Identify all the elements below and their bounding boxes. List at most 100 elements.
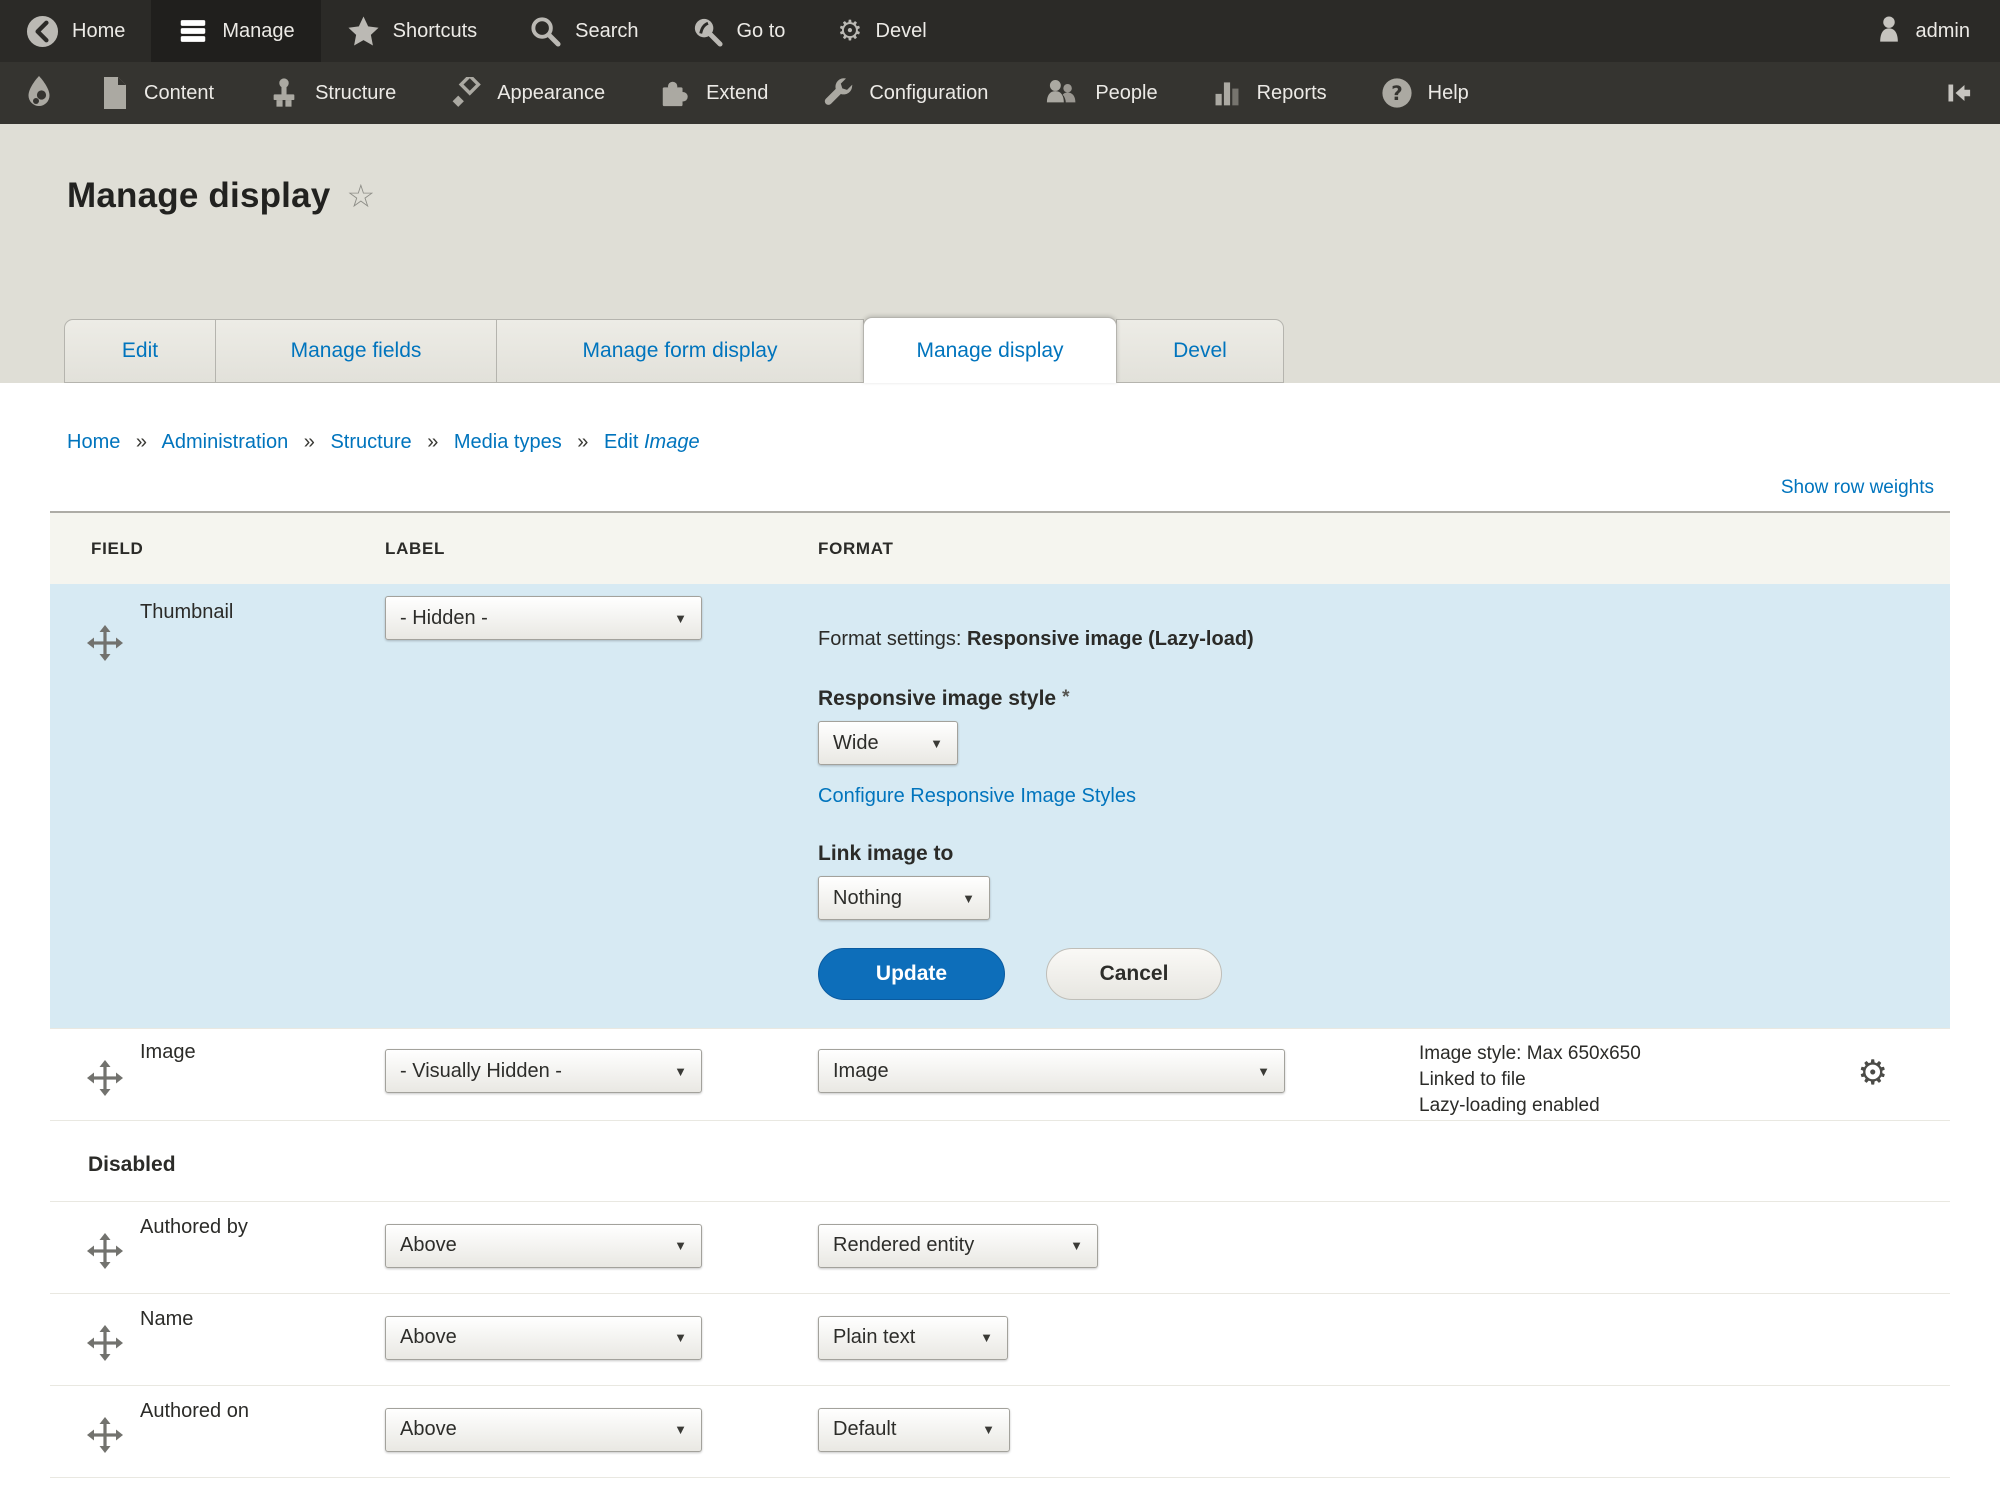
breadcrumb-separator: » [427, 431, 439, 453]
puzzle-icon [659, 77, 691, 109]
breadcrumb-link-structure[interactable]: Structure [330, 431, 411, 453]
toolbar-item-appearance[interactable]: Appearance [423, 77, 632, 109]
table-header-row: FIELD LABEL FORMAT [50, 513, 1950, 584]
tab-label: Devel [1173, 339, 1227, 362]
breadcrumb-separator: » [303, 431, 315, 453]
tab-manage-form-display[interactable]: Manage form display [496, 319, 864, 383]
document-icon [101, 77, 129, 109]
format-select[interactable]: Plain text ▼ [818, 1315, 1008, 1360]
show-row-weights-link[interactable]: Show row weights [1781, 477, 1934, 498]
svg-text:?: ? [1391, 82, 1402, 105]
responsive-image-style-label-text: Responsive image style [818, 687, 1057, 710]
collapse-left-icon[interactable] [1940, 77, 1972, 109]
configure-responsive-image-styles-link[interactable]: Configure Responsive Image Styles [818, 785, 1950, 808]
toolbar-item-label: People [1095, 81, 1158, 104]
drag-handle-icon[interactable] [86, 1324, 124, 1362]
breadcrumb-current[interactable]: Edit Image [604, 431, 700, 453]
label-select[interactable]: Above ▼ [385, 1223, 702, 1268]
paintbrush-icon [450, 77, 482, 109]
toolbar-item-drupal-home[interactable] [0, 75, 74, 111]
responsive-image-style-select[interactable]: Wide ▼ [818, 721, 958, 765]
format-select[interactable]: Image ▼ [818, 1049, 1285, 1093]
table-row-authored-on: Authored on Above ▼ Default ▼ [50, 1386, 1950, 1478]
question-icon: ? [1381, 77, 1413, 109]
toolbar-item-manage[interactable]: Manage [151, 0, 321, 62]
bar-chart-icon [1212, 77, 1242, 109]
breadcrumb-link-media-types[interactable]: Media types [454, 431, 562, 453]
label-select[interactable]: Above ▼ [385, 1407, 702, 1452]
toolbar-item-shortcuts[interactable]: Shortcuts [321, 0, 503, 62]
label-select[interactable]: Above ▼ [385, 1315, 702, 1360]
toolbar-item-label: Manage [222, 19, 295, 42]
breadcrumb-link-administration[interactable]: Administration [162, 431, 289, 453]
goto-magnifier-icon [691, 15, 724, 48]
label-select[interactable]: - Hidden - ▼ [385, 596, 702, 640]
toolbar-item-extend[interactable]: Extend [632, 77, 795, 109]
tab-manage-display[interactable]: Manage display [863, 317, 1117, 383]
toolbar-item-structure[interactable]: Structure [241, 77, 423, 109]
magnifier-icon [529, 15, 562, 48]
label-select[interactable]: - Visually Hidden - ▼ [385, 1049, 702, 1093]
summary-line: Image style: Max 650x650 [1419, 1043, 1641, 1064]
tab-manage-fields[interactable]: Manage fields [215, 319, 497, 383]
breadcrumb-link-home[interactable]: Home [67, 431, 120, 453]
format-select[interactable]: Rendered entity ▼ [818, 1223, 1098, 1268]
toolbar-item-people[interactable]: People [1015, 77, 1184, 109]
chevron-down-icon: ▼ [674, 610, 687, 626]
disabled-section-heading: Disabled [50, 1121, 1950, 1202]
format-select[interactable]: Default ▼ [818, 1407, 1010, 1452]
toolbar-item-content[interactable]: Content [74, 77, 241, 109]
required-mark: * [1062, 687, 1070, 708]
user-name: admin [1915, 19, 1970, 42]
toolbar-item-label: Structure [315, 81, 397, 104]
toolbar-item-reports[interactable]: Reports [1185, 77, 1354, 109]
toolbar-item-configuration[interactable]: Configuration [795, 77, 1015, 109]
drag-handle-icon[interactable] [86, 1059, 124, 1097]
tab-label: Edit [121, 339, 159, 362]
chevron-down-icon: ▼ [982, 1422, 995, 1438]
format-settings-summary: Format settings: Responsive image (Lazy-… [818, 628, 1950, 651]
link-image-to-select[interactable]: Nothing ▼ [818, 876, 990, 920]
tab-devel[interactable]: Devel [1116, 319, 1284, 383]
toolbar-item-label: Appearance [497, 81, 606, 104]
toolbar-item-label: Configuration [869, 81, 989, 104]
toolbar-item-label: Go to [736, 19, 786, 42]
toolbar-item-home[interactable]: Home [0, 0, 151, 62]
chevron-down-icon: ▼ [674, 1330, 687, 1346]
breadcrumb-separator: » [577, 431, 589, 453]
label-select-value: - Hidden - [400, 606, 488, 629]
drag-handle-icon[interactable] [86, 624, 124, 662]
toolbar-item-search[interactable]: Search [503, 0, 664, 62]
drag-handle-icon[interactable] [86, 1232, 124, 1270]
format-select-value: Rendered entity [833, 1234, 975, 1257]
toolbar-item-label: Home [72, 19, 126, 42]
drag-handle-icon[interactable] [86, 1416, 124, 1454]
tab-label: Manage fields [290, 339, 422, 362]
tab-edit[interactable]: Edit [64, 319, 216, 383]
chevron-down-icon: ▼ [1070, 1238, 1083, 1254]
label-select-value: - Visually Hidden - [400, 1059, 562, 1082]
chevron-down-icon: ▼ [1257, 1063, 1270, 1079]
manage-display-table: FIELD LABEL FORMAT Thumbnail - Hidden - … [50, 511, 1950, 1478]
tab-label: Manage form display [582, 339, 778, 362]
formatter-name: Responsive image (Lazy-load) [966, 628, 1254, 650]
field-name: Authored on [140, 1399, 249, 1422]
format-settings-gear-icon[interactable]: ⚙ [1852, 1055, 1894, 1091]
toolbar-item-help[interactable]: ? Help [1354, 77, 1496, 109]
primary-tabs: Edit Manage fields Manage form display M… [64, 317, 1284, 383]
field-name: Thumbnail [140, 601, 234, 623]
toolbar-item-goto[interactable]: Go to [665, 0, 812, 62]
favorite-star-icon[interactable]: ☆ [346, 180, 375, 212]
summary-line: Lazy-loading enabled [1419, 1095, 1600, 1117]
format-select-value: Default [833, 1418, 897, 1441]
toolbar-item-devel[interactable]: ⚙ Devel [811, 0, 952, 62]
toolbar-user-menu[interactable]: admin [1844, 0, 2000, 62]
table-row-authored-by: Authored by Above ▼ Rendered entity ▼ [50, 1202, 1950, 1294]
format-summary: Image style: Max 650x650 Linked to file … [1419, 1041, 1641, 1120]
page-title: Manage display [67, 176, 331, 215]
update-button[interactable]: Update [818, 948, 1005, 1000]
responsive-image-style-label: Responsive image style * [818, 687, 1950, 711]
breadcrumb-separator: » [135, 431, 148, 453]
cancel-button[interactable]: Cancel [1046, 948, 1222, 1000]
label-select-value: Above [400, 1234, 457, 1257]
